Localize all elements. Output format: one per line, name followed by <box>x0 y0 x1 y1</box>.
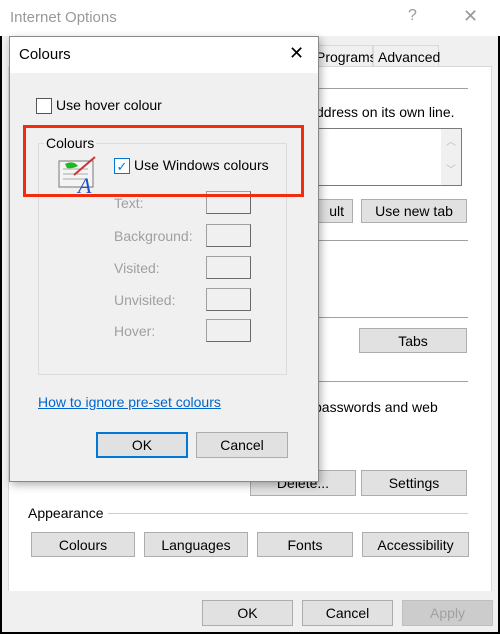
fonts-button[interactable]: Fonts <box>257 532 353 557</box>
use-hover-checkbox[interactable] <box>36 98 52 114</box>
accessibility-button[interactable]: Accessibility <box>362 532 469 557</box>
use-new-tab-button[interactable]: Use new tab <box>361 199 467 223</box>
tabs-button[interactable]: Tabs <box>359 328 467 353</box>
highlight-box <box>23 125 304 197</box>
tab-advanced[interactable]: Advanced <box>373 45 441 67</box>
dialog-title: Colours <box>19 46 71 63</box>
languages-button[interactable]: Languages <box>144 532 248 557</box>
ok-button[interactable]: OK <box>202 600 293 626</box>
use-hover-label: Use hover colour <box>56 97 162 113</box>
home-page-textarea[interactable]: ︿ ﹀ <box>316 128 462 186</box>
window-title: Internet Options <box>10 9 117 26</box>
visited-colour-label: Visited: <box>114 260 160 276</box>
help-button[interactable]: ? <box>408 7 417 25</box>
tab-label: Programs <box>316 49 377 65</box>
unvisited-colour-label: Unvisited: <box>114 292 176 308</box>
ignore-colours-link[interactable]: How to ignore pre-set colours <box>38 394 221 410</box>
home-page-text: ddress on its own line. <box>316 104 455 120</box>
dialog-ok-button[interactable]: OK <box>96 432 188 458</box>
tab-programs[interactable]: Programs <box>313 45 377 67</box>
close-button[interactable]: ✕ <box>463 6 478 27</box>
background-colour-label: Background: <box>114 228 193 244</box>
hover-colour-swatch[interactable] <box>206 319 251 342</box>
colours-button[interactable]: Colours <box>31 532 135 557</box>
hover-colour-label: Hover: <box>114 323 156 339</box>
settings-button[interactable]: Settings <box>361 470 467 496</box>
dialog-close-button[interactable]: ✕ <box>289 43 304 64</box>
cancel-button[interactable]: Cancel <box>302 600 393 626</box>
apply-button[interactable]: Apply <box>402 600 493 626</box>
dialog-cancel-button[interactable]: Cancel <box>196 432 288 458</box>
scrollbar[interactable]: ︿ ﹀ <box>441 129 461 185</box>
title-bar: Internet Options ? ✕ <box>0 0 500 36</box>
unvisited-colour-swatch[interactable] <box>206 288 251 311</box>
dialog-title-bar: Colours ✕ <box>10 37 318 73</box>
appearance-label: Appearance <box>28 505 104 521</box>
tab-label: Advanced <box>378 49 441 65</box>
history-text: passwords and web <box>314 399 438 415</box>
visited-colour-swatch[interactable] <box>206 256 251 279</box>
text-colour-label: Text: <box>114 195 144 211</box>
background-colour-swatch[interactable] <box>206 224 251 247</box>
